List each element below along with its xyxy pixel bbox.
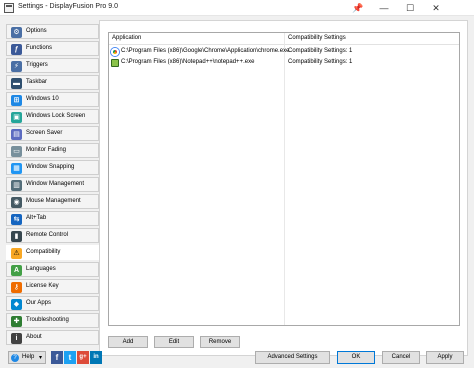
sidebar-item-label: Our Apps (26, 300, 52, 306)
sidebar-item-label: Windows Lock Screen (26, 113, 86, 119)
sidebar-item-label: Triggers (26, 62, 48, 68)
sidebar-item-windows-lock-screen[interactable]: ▣ Windows Lock Screen (6, 109, 99, 124)
sidebar-item-label: Troubleshooting (26, 317, 69, 323)
help-label: Help (22, 354, 35, 360)
column-divider (284, 33, 285, 325)
sidebar-item-monitor-fading[interactable]: ▭ Monitor Fading (6, 143, 99, 158)
remote-control-icon: ▮ (11, 231, 22, 242)
sidebar-item-label: Remote Control (26, 232, 69, 238)
sidebar-item-troubleshooting[interactable]: ✚ Troubleshooting (6, 313, 99, 328)
sidebar-item-label: Languages (26, 266, 56, 272)
window-management-icon: ▥ (11, 180, 22, 191)
troubleshooting-icon: ✚ (11, 316, 22, 327)
triggers-icon: ⚡ (11, 61, 22, 72)
sidebar-item-label: Screen Saver (26, 130, 63, 136)
sidebar-item-our-apps[interactable]: ◆ Our Apps (6, 296, 99, 311)
license-key-icon: ⚷ (11, 282, 22, 293)
column-header-compatibility-settings[interactable]: Compatibility Settings (288, 35, 346, 41)
close-button[interactable]: ✕ (424, 0, 448, 16)
sidebar-item-label: About (26, 334, 42, 340)
notepad-plus-plus-icon (111, 59, 119, 67)
application-path: C:\Program Files (x86)\Google\Chrome\App… (121, 48, 290, 54)
functions-icon: ƒ (11, 44, 22, 55)
column-header-application[interactable]: Application (112, 35, 141, 41)
compatibility-icon: ⚠ (11, 248, 22, 259)
sidebar-item-window-snapping[interactable]: ▦ Window Snapping (6, 160, 99, 175)
list-item[interactable]: C:\Program Files (x86)\Notepad++\notepad… (109, 58, 459, 69)
maximize-button[interactable]: ☐ (398, 0, 422, 16)
sidebar-item-label: Taskbar (26, 79, 48, 85)
linkedin-icon[interactable]: in (90, 351, 102, 364)
facebook-icon[interactable]: f (51, 351, 63, 364)
compatibility-settings-value: Compatibility Settings: 1 (288, 59, 353, 65)
sidebar-item-mouse-management[interactable]: ◉ Mouse Management (6, 194, 99, 209)
sidebar-item-license-key[interactable]: ⚷ License Key (6, 279, 99, 294)
sidebar-item-screen-saver[interactable]: ▤ Screen Saver (6, 126, 99, 141)
sidebar-item-options[interactable]: ⚙ Options (6, 24, 99, 39)
google-plus-icon[interactable]: g+ (77, 351, 89, 364)
monitor-fading-icon: ▭ (11, 146, 22, 157)
sidebar-item-label: Window Management (26, 181, 85, 187)
help-dropdown[interactable]: ? Help ▾ (8, 351, 46, 364)
help-icon: ? (11, 354, 19, 362)
taskbar-icon: ▬ (11, 78, 22, 89)
application-path: C:\Program Files (x86)\Notepad++\notepad… (121, 59, 255, 65)
settings-window-icon (4, 3, 14, 13)
sidebar-item-label: Alt+Tab (26, 215, 47, 221)
our-apps-icon: ◆ (11, 299, 22, 310)
sidebar-item-compatibility[interactable]: ⚠ Compatibility (6, 245, 105, 260)
remove-button[interactable]: Remove (200, 336, 240, 348)
screen-saver-icon: ▤ (11, 129, 22, 140)
window-title: Settings - DisplayFusion Pro 9.0 (18, 3, 118, 10)
mouse-icon: ◉ (11, 197, 22, 208)
minimize-button[interactable]: — (372, 0, 396, 16)
sidebar-item-taskbar[interactable]: ▬ Taskbar (6, 75, 99, 90)
alt-tab-icon: ⇆ (11, 214, 22, 225)
sidebar-item-label: Monitor Fading (26, 147, 67, 153)
sidebar-item-remote-control[interactable]: ▮ Remote Control (6, 228, 99, 243)
sidebar-item-functions[interactable]: ƒ Functions (6, 41, 99, 56)
advanced-settings-button[interactable]: Advanced Settings (255, 351, 330, 364)
sidebar-item-triggers[interactable]: ⚡ Triggers (6, 58, 99, 73)
window-snapping-icon: ▦ (11, 163, 22, 174)
languages-icon: A (11, 265, 22, 276)
compatibility-settings-value: Compatibility Settings: 1 (288, 48, 353, 54)
gears-icon: ⚙ (11, 27, 22, 38)
pin-icon[interactable]: 📌 (346, 0, 370, 16)
sidebar-item-window-management[interactable]: ▥ Window Management (6, 177, 99, 192)
compatibility-panel: Application Compatibility Settings C:\Pr… (99, 20, 468, 356)
sidebar-item-label: Window Snapping (26, 164, 75, 170)
sidebar-item-label: Functions (26, 45, 53, 51)
compatibility-list[interactable]: Application Compatibility Settings C:\Pr… (108, 32, 460, 326)
lock-screen-icon: ▣ (11, 112, 22, 123)
sidebar-item-languages[interactable]: A Languages (6, 262, 99, 277)
chrome-icon (111, 48, 119, 56)
sidebar-item-about[interactable]: i About (6, 330, 99, 345)
sidebar-item-label: Compatibility (26, 249, 61, 255)
sidebar-item-label: License Key (26, 283, 59, 289)
cancel-button[interactable]: Cancel (382, 351, 420, 364)
windows-icon: ⊞ (11, 95, 22, 106)
sidebar-item-label: Options (26, 28, 47, 34)
list-item[interactable]: C:\Program Files (x86)\Google\Chrome\App… (109, 47, 459, 58)
sidebar: ⚙ Options ƒ Functions ⚡ Triggers ▬ Taskb… (6, 20, 105, 356)
title-bar: Settings - DisplayFusion Pro 9.0 📌 — ☐ ✕ (0, 0, 474, 16)
add-button[interactable]: Add (108, 336, 148, 348)
sidebar-item-label: Windows 10 (26, 96, 59, 102)
ok-button[interactable]: OK (337, 351, 375, 364)
apply-button[interactable]: Apply (426, 351, 464, 364)
sidebar-item-label: Mouse Management (26, 198, 81, 204)
sidebar-item-windows-10[interactable]: ⊞ Windows 10 (6, 92, 99, 107)
about-icon: i (11, 333, 22, 344)
twitter-icon[interactable]: t (64, 351, 76, 364)
edit-button[interactable]: Edit (154, 336, 194, 348)
settings-window: ⚙ Options ƒ Functions ⚡ Triggers ▬ Taskb… (0, 16, 474, 368)
sidebar-item-alt-tab[interactable]: ⇆ Alt+Tab (6, 211, 99, 226)
chevron-down-icon: ▾ (39, 355, 43, 361)
